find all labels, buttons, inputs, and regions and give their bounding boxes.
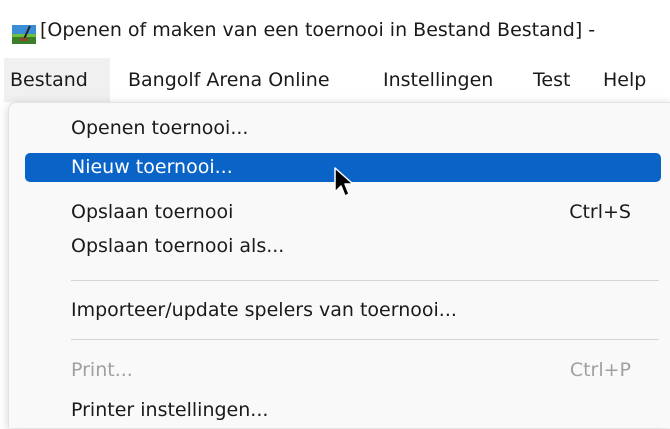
menu-item-shortcut: Ctrl+S	[569, 201, 631, 223]
menu-help[interactable]: Help	[597, 58, 652, 102]
menu-item-label: Openen toernooi...	[71, 117, 249, 139]
menu-item-shortcut: Ctrl+P	[569, 359, 631, 381]
menu-instellingen[interactable]: Instellingen	[377, 58, 499, 102]
menu-item-importeer-update-spelers[interactable]: Importeer/update spelers van toernooi...	[25, 293, 661, 329]
menu-item-printer-instellingen[interactable]: Printer instellingen...	[25, 393, 661, 429]
menu-bestand[interactable]: Bestand	[4, 58, 110, 102]
menu-item-opslaan-toernooi[interactable]: Opslaan toernooi Ctrl+S	[25, 195, 661, 231]
menu-item-label: Opslaan toernooi als...	[71, 235, 285, 257]
menu-bar: Bestand Bangolf Arena Online Instellinge…	[0, 58, 670, 102]
window-title: [Openen of maken van een toernooi in Bes…	[40, 19, 596, 41]
menu-item-label: Importeer/update spelers van toernooi...	[71, 299, 457, 321]
menu-separator	[71, 339, 659, 340]
menu-separator	[71, 280, 659, 281]
menu-item-label: Nieuw toernooi...	[71, 156, 233, 178]
menu-item-opslaan-toernooi-als[interactable]: Opslaan toernooi als...	[25, 229, 661, 265]
menu-item-label: Print...	[71, 359, 133, 381]
menu-item-label: Opslaan toernooi	[71, 201, 234, 223]
menu-item-openen-toernooi[interactable]: Openen toernooi...	[25, 111, 661, 147]
menu-bangolf-arena-online[interactable]: Bangolf Arena Online	[122, 58, 336, 102]
arrow-cursor-icon	[334, 167, 354, 197]
bestand-dropdown-menu: Openen toernooi... Nieuw toernooi... Ops…	[8, 102, 670, 428]
app-logo-icon	[12, 25, 36, 44]
menu-test[interactable]: Test	[527, 58, 576, 102]
menu-item-print: Print... Ctrl+P	[25, 353, 661, 389]
menu-item-label: Printer instellingen...	[71, 399, 269, 421]
title-bar: [Openen of maken van een toernooi in Bes…	[0, 0, 670, 58]
